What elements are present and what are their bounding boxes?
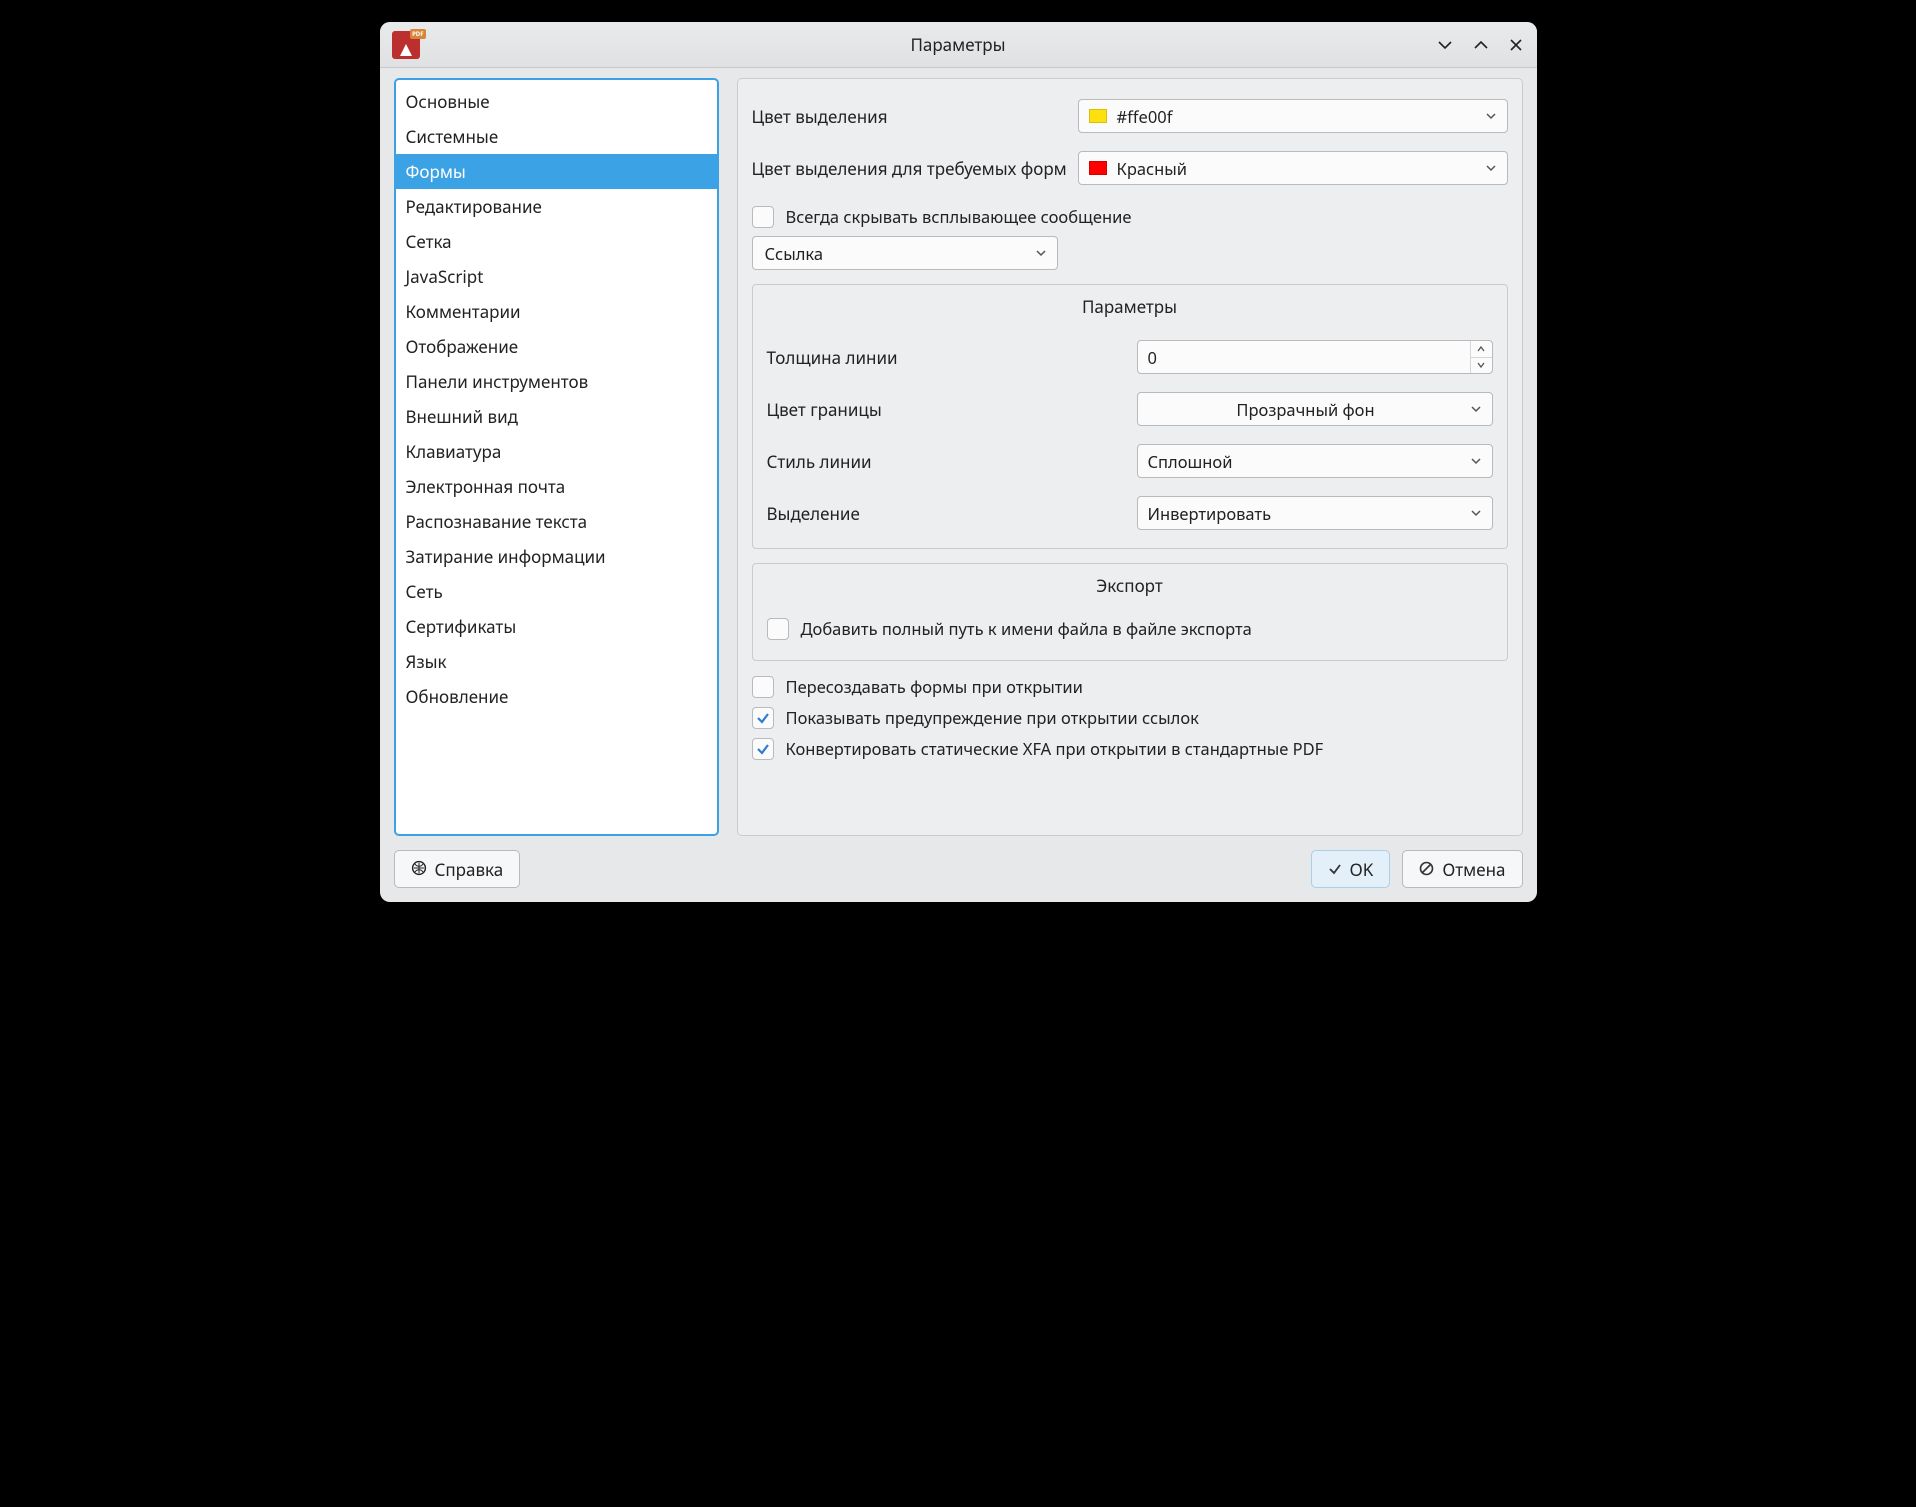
sidebar-item-javascript[interactable]: JavaScript — [396, 259, 717, 294]
step-down-icon[interactable] — [1471, 358, 1492, 374]
row-hide-popup: Всегда скрывать всплывающее сообщение — [752, 205, 1508, 228]
hide-popup-checkbox[interactable] — [752, 206, 774, 228]
row-required-highlight: Цвет выделения для требуемых форм Красны… — [752, 151, 1508, 185]
chevron-down-icon — [1485, 110, 1497, 122]
help-label: Справка — [435, 858, 504, 881]
sidebar: Основные Системные Формы Редактирование … — [394, 78, 719, 836]
parameters-group-title: Параметры — [767, 287, 1493, 332]
link-type-value: Ссылка — [765, 242, 824, 265]
sidebar-item-certificates[interactable]: Сертификаты — [396, 609, 717, 644]
dialog-footer: Справка OK Отмена — [380, 836, 1537, 902]
row-line-style: Стиль линии Сплошной — [767, 444, 1493, 478]
row-recreate-on-open: Пересоздавать формы при открытии — [752, 675, 1508, 698]
sidebar-item-editing[interactable]: Редактирование — [396, 189, 717, 224]
ok-label: OK — [1350, 858, 1374, 881]
border-color-value: Прозрачный фон — [1236, 398, 1374, 421]
sidebar-item-keyboard[interactable]: Клавиатура — [396, 434, 717, 469]
link-type-combo[interactable]: Ссылка — [752, 236, 1058, 270]
highlight-mode-value: Инвертировать — [1148, 502, 1272, 525]
row-convert-xfa: Конвертировать статические XFA при откры… — [752, 737, 1508, 760]
sidebar-item-comments[interactable]: Комментарии — [396, 294, 717, 329]
border-color-label: Цвет границы — [767, 398, 1127, 421]
row-export-fullpath: Добавить полный путь к имени файла в фай… — [767, 617, 1493, 640]
settings-window: Параметры Основные Системные Формы Редак… — [380, 22, 1537, 902]
sidebar-item-email[interactable]: Электронная почта — [396, 469, 717, 504]
highlight-color-swatch — [1089, 109, 1107, 123]
line-width-stepper — [1470, 341, 1492, 373]
line-style-combo[interactable]: Сплошной — [1137, 444, 1493, 478]
row-highlight-mode: Выделение Инвертировать — [767, 496, 1493, 530]
window-controls — [1437, 37, 1523, 53]
export-fullpath-label: Добавить полный путь к имени файла в фай… — [801, 617, 1252, 640]
warn-links-checkbox[interactable] — [752, 707, 774, 729]
chevron-down-icon — [1470, 455, 1482, 467]
sidebar-item-display[interactable]: Отображение — [396, 329, 717, 364]
row-warn-links: Показывать предупреждение при открытии с… — [752, 706, 1508, 729]
sidebar-item-language[interactable]: Язык — [396, 644, 717, 679]
help-button[interactable]: Справка — [394, 850, 521, 888]
sidebar-item-redaction[interactable]: Затирание информации — [396, 539, 717, 574]
line-width-input[interactable]: 0 — [1137, 340, 1493, 374]
warn-links-label: Показывать предупреждение при открытии с… — [786, 706, 1199, 729]
content-panel: Цвет выделения #ffe00f Цвет выделения дл… — [737, 78, 1523, 836]
row-border-color: Цвет границы Прозрачный фон — [767, 392, 1493, 426]
close-icon[interactable] — [1509, 38, 1523, 52]
ok-button[interactable]: OK — [1311, 850, 1391, 888]
sidebar-item-appearance[interactable]: Внешний вид — [396, 399, 717, 434]
highlight-color-value: #ffe00f — [1117, 105, 1173, 128]
cancel-label: Отмена — [1442, 858, 1505, 881]
line-style-label: Стиль линии — [767, 450, 1127, 473]
required-highlight-swatch — [1089, 161, 1107, 175]
line-style-value: Сплошной — [1148, 450, 1233, 473]
sidebar-item-network[interactable]: Сеть — [396, 574, 717, 609]
required-highlight-value: Красный — [1117, 157, 1188, 180]
check-icon — [1328, 858, 1342, 881]
hide-popup-label: Всегда скрывать всплывающее сообщение — [786, 205, 1132, 228]
export-group: Экспорт Добавить полный путь к имени фай… — [752, 563, 1508, 661]
chevron-down-icon — [1035, 247, 1047, 259]
footer-right-group: OK Отмена — [1311, 850, 1523, 888]
row-highlight-color: Цвет выделения #ffe00f — [752, 99, 1508, 133]
sidebar-item-forms[interactable]: Формы — [396, 154, 717, 189]
chevron-down-icon — [1470, 507, 1482, 519]
convert-xfa-checkbox[interactable] — [752, 738, 774, 760]
maximize-icon[interactable] — [1473, 37, 1489, 53]
parameters-group: Параметры Толщина линии 0 Цвет границы — [752, 284, 1508, 549]
minimize-icon[interactable] — [1437, 37, 1453, 53]
required-highlight-label: Цвет выделения для требуемых форм — [752, 157, 1068, 180]
highlight-color-combo[interactable]: #ffe00f — [1078, 99, 1508, 133]
line-width-label: Толщина линии — [767, 346, 1127, 369]
cancel-icon — [1419, 858, 1434, 881]
sidebar-item-general[interactable]: Основные — [396, 84, 717, 119]
chevron-down-icon — [1470, 403, 1482, 415]
export-fullpath-checkbox[interactable] — [767, 618, 789, 640]
sidebar-item-ocr[interactable]: Распознавание текста — [396, 504, 717, 539]
recreate-on-open-checkbox[interactable] — [752, 676, 774, 698]
row-line-width: Толщина линии 0 — [767, 340, 1493, 374]
window-title: Параметры — [380, 33, 1537, 56]
border-color-combo[interactable]: Прозрачный фон — [1137, 392, 1493, 426]
sidebar-item-toolbars[interactable]: Панели инструментов — [396, 364, 717, 399]
sidebar-item-update[interactable]: Обновление — [396, 679, 717, 714]
convert-xfa-label: Конвертировать статические XFA при откры… — [786, 737, 1324, 760]
dialog-body: Основные Системные Формы Редактирование … — [380, 68, 1537, 836]
chevron-down-icon — [1485, 162, 1497, 174]
app-icon — [392, 31, 420, 59]
required-highlight-combo[interactable]: Красный — [1078, 151, 1508, 185]
recreate-on-open-label: Пересоздавать формы при открытии — [786, 675, 1083, 698]
step-up-icon[interactable] — [1471, 341, 1492, 358]
cancel-button[interactable]: Отмена — [1402, 850, 1522, 888]
titlebar: Параметры — [380, 22, 1537, 68]
highlight-color-label: Цвет выделения — [752, 105, 1068, 128]
export-group-title: Экспорт — [767, 566, 1493, 611]
highlight-mode-combo[interactable]: Инвертировать — [1137, 496, 1493, 530]
sidebar-item-system[interactable]: Системные — [396, 119, 717, 154]
line-width-value: 0 — [1148, 346, 1157, 369]
highlight-mode-label: Выделение — [767, 502, 1127, 525]
help-icon — [411, 858, 427, 881]
sidebar-item-grid[interactable]: Сетка — [396, 224, 717, 259]
